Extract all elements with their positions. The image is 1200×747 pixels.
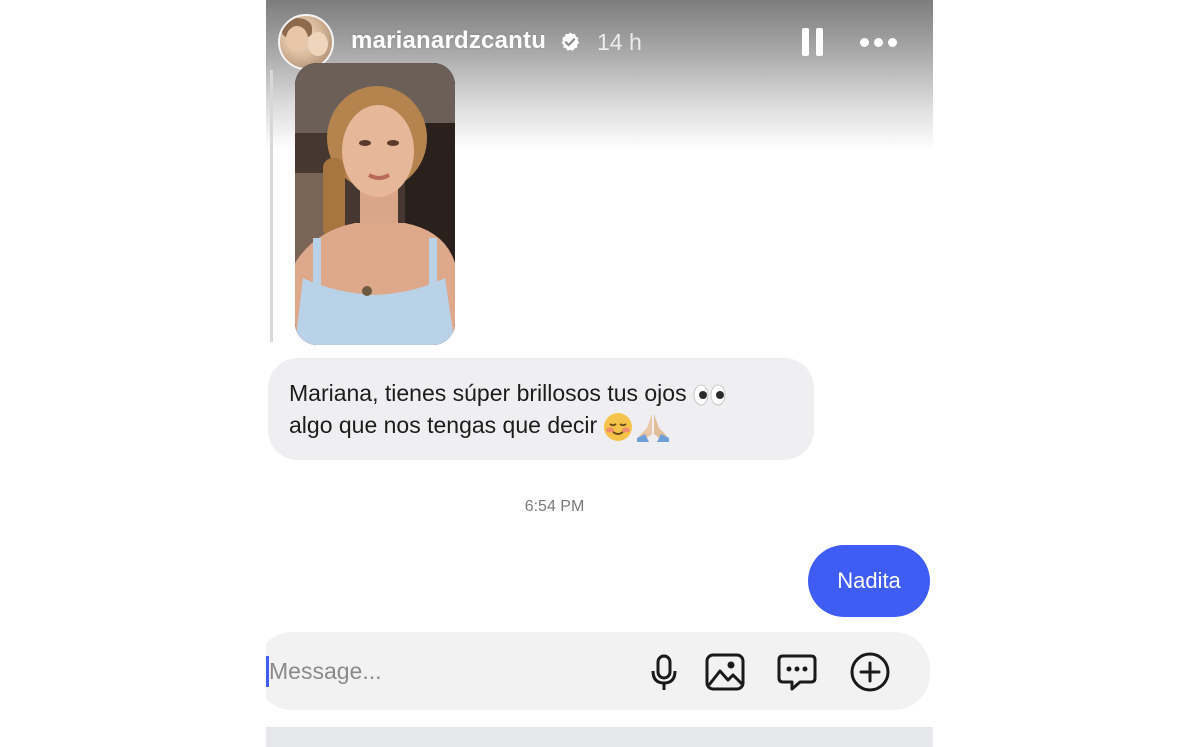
microphone-icon[interactable] bbox=[643, 651, 685, 693]
pause-icon[interactable] bbox=[802, 28, 824, 58]
story-time: 14 h bbox=[597, 29, 642, 55]
chat-bubble-icon[interactable] bbox=[776, 651, 818, 693]
bottom-bar bbox=[266, 727, 933, 747]
image-icon[interactable] bbox=[704, 651, 746, 693]
received-message-text-1: Mariana, tienes súper brillosos tus ojos bbox=[289, 380, 687, 406]
username[interactable]: marianardzcantu bbox=[351, 27, 546, 55]
sent-message-bubble[interactable]: Nadita bbox=[808, 545, 930, 617]
eyes-emoji-icon bbox=[693, 384, 726, 406]
verified-badge-icon bbox=[561, 32, 580, 51]
shared-photo[interactable] bbox=[295, 63, 455, 345]
message-timestamp: 6:54 PM bbox=[524, 498, 585, 515]
story-viewer: marianardzcantu 14 h Mariana, tienes súp… bbox=[266, 0, 933, 747]
relieved-face-emoji-icon bbox=[604, 412, 633, 441]
folded-hands-emoji-icon bbox=[637, 413, 670, 442]
add-icon[interactable] bbox=[849, 651, 891, 693]
avatar[interactable] bbox=[278, 14, 334, 70]
received-message-bubble[interactable]: Mariana, tienes súper brillosos tus ojos… bbox=[268, 358, 814, 460]
more-options-icon[interactable] bbox=[860, 38, 900, 48]
received-message-line-2: algo que nos tengas que decir bbox=[289, 409, 790, 442]
message-input[interactable] bbox=[269, 654, 599, 688]
screenshot-canvas: marianardzcantu 14 h Mariana, tienes súp… bbox=[0, 0, 1200, 747]
message-composer bbox=[266, 632, 930, 710]
received-message-text-2: algo que nos tengas que decir bbox=[289, 412, 598, 438]
reply-indicator-rail bbox=[270, 70, 273, 342]
received-message-line-1: Mariana, tienes súper brillosos tus ojos bbox=[289, 377, 790, 409]
